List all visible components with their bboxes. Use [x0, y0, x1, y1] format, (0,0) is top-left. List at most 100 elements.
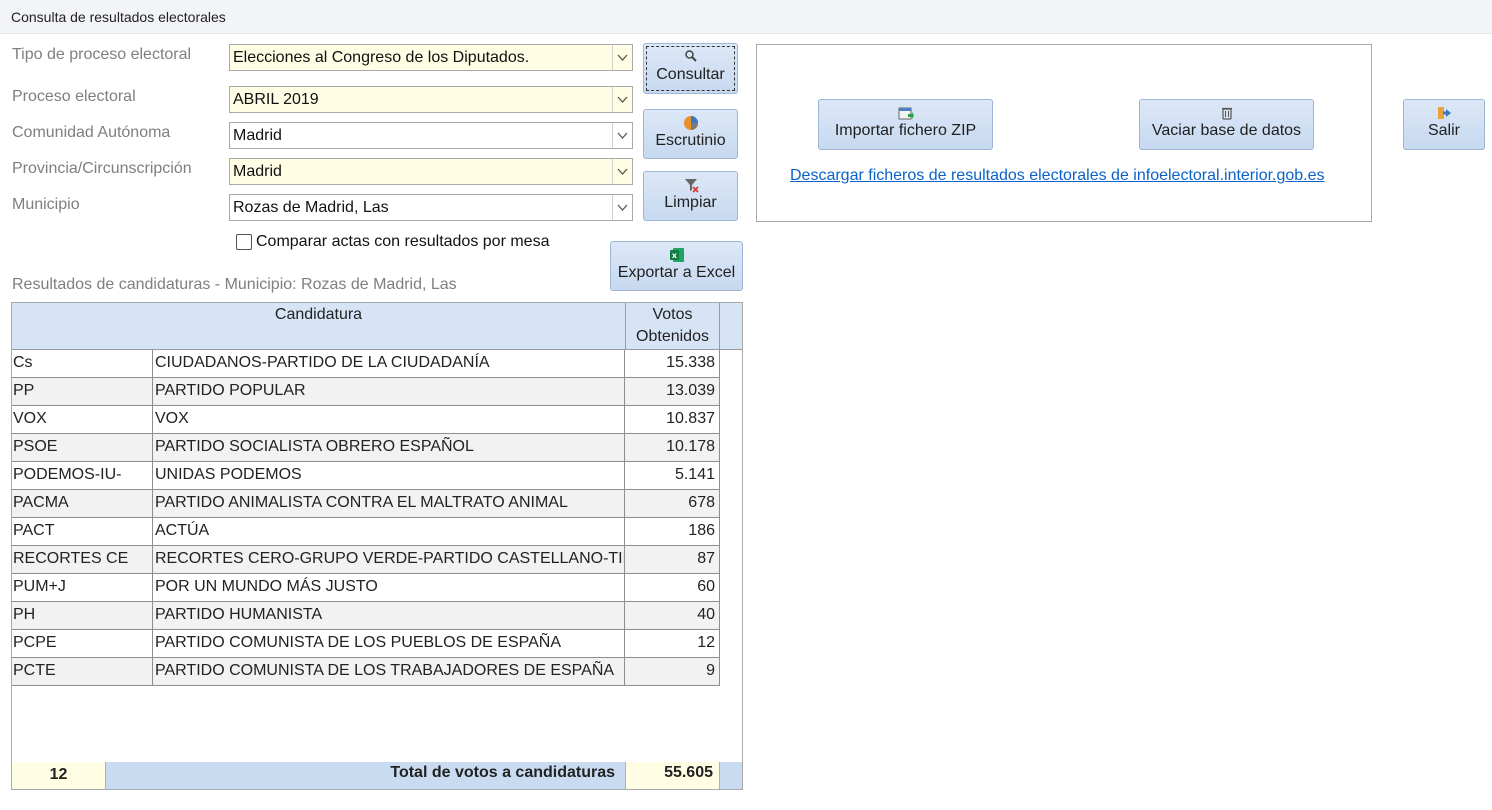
- trash-icon: [1140, 105, 1313, 121]
- download-link[interactable]: Descargar ficheros de resultados elector…: [790, 167, 1325, 185]
- limpiar-button[interactable]: Limpiar: [643, 171, 738, 221]
- importar-label: Importar fichero ZIP: [834, 122, 977, 139]
- cell-nombre: PARTIDO ANIMALISTA CONTRA EL MALTRATO AN…: [153, 490, 625, 518]
- table-footer: 12 Total de votos a candidaturas 55.605: [12, 762, 742, 789]
- cell-sigla: PSOE: [12, 434, 153, 462]
- cell-votos: 10.837: [625, 406, 720, 434]
- table-header: Candidatura Votos Obtenidos: [12, 303, 742, 350]
- table-row[interactable]: PACT ACTÚA 186: [12, 518, 742, 546]
- table-row[interactable]: PH PARTIDO HUMANISTA 40: [12, 602, 742, 630]
- salir-label: Salir: [1427, 122, 1460, 139]
- vaciar-bd-button[interactable]: Vaciar base de datos: [1139, 99, 1314, 150]
- cell-nombre: PARTIDO SOCIALISTA OBRERO ESPAÑOL: [153, 434, 625, 462]
- exportar-excel-button[interactable]: x Exportar a Excel: [610, 241, 743, 291]
- consultar-button[interactable]: Consultar: [643, 43, 738, 94]
- exportar-label: Exportar a Excel: [617, 264, 736, 281]
- svg-text:x: x: [671, 251, 677, 260]
- footer-count: 12: [12, 762, 106, 789]
- escrutinio-button[interactable]: Escrutinio: [643, 109, 738, 159]
- cell-sigla: PH: [12, 602, 153, 630]
- proceso-label: Proceso electoral: [12, 88, 136, 105]
- provincia-select-value: Madrid: [233, 163, 282, 180]
- cell-votos: 9: [625, 658, 720, 686]
- table-row[interactable]: PCTE PARTIDO COMUNISTA DE LOS TRABAJADORE…: [12, 658, 742, 686]
- table-row[interactable]: PUM+J POR UN MUNDO MÁS JUSTO 60: [12, 574, 742, 602]
- clear-filter-icon: [644, 177, 737, 193]
- cell-votos: 40: [625, 602, 720, 630]
- window-title: Consulta de resultados electorales: [0, 0, 1492, 34]
- proceso-select[interactable]: ABRIL 2019: [229, 86, 633, 113]
- cell-nombre: ACTÚA: [153, 518, 625, 546]
- cell-votos: 5.141: [625, 462, 720, 490]
- proceso-select-value: ABRIL 2019: [233, 91, 319, 108]
- table-row[interactable]: VOX VOX 10.837: [12, 406, 742, 434]
- cell-sigla: PODEMOS-IU-: [12, 462, 153, 490]
- comunidad-label: Comunidad Autónoma: [12, 124, 171, 141]
- pie-chart-icon: [644, 115, 737, 131]
- exit-icon: [1404, 105, 1484, 121]
- tipo-select-value: Elecciones al Congreso de los Diputados.: [233, 49, 530, 66]
- importar-zip-button[interactable]: Importar fichero ZIP: [818, 99, 993, 150]
- table-row[interactable]: PACMA PARTIDO ANIMALISTA CONTRA EL MALTRA…: [12, 490, 742, 518]
- municipio-select-value: Rozas de Madrid, Las: [233, 199, 389, 216]
- search-icon: [644, 49, 737, 65]
- cell-nombre: POR UN MUNDO MÁS JUSTO: [153, 574, 625, 602]
- excel-icon: x: [611, 247, 742, 263]
- provincia-select[interactable]: Madrid: [229, 158, 633, 185]
- table-body: Cs CIUDADANOS-PARTIDO DE LA CIUDADANÍA 15.…: [12, 350, 742, 686]
- municipio-label: Municipio: [12, 196, 80, 213]
- cell-nombre: RECORTES CERO-GRUPO VERDE-PARTIDO CASTEL…: [153, 546, 625, 574]
- consultar-label: Consultar: [656, 66, 725, 83]
- cell-sigla: PCTE: [12, 658, 153, 686]
- compare-checkbox[interactable]: [236, 234, 252, 250]
- cell-nombre: UNIDAS PODEMOS: [153, 462, 625, 490]
- tipo-select[interactable]: Elecciones al Congreso de los Diputados.: [229, 44, 633, 71]
- cell-nombre: PARTIDO HUMANISTA: [153, 602, 625, 630]
- comunidad-select-value: Madrid: [233, 127, 282, 144]
- footer-total: 55.605: [625, 762, 720, 789]
- cell-sigla: PACMA: [12, 490, 153, 518]
- table-row[interactable]: PODEMOS-IU- UNIDAS PODEMOS 5.141: [12, 462, 742, 490]
- cell-nombre: PARTIDO COMUNISTA DE LOS TRABAJADORES DE…: [153, 658, 625, 686]
- tipo-label: Tipo de proceso electoral: [12, 46, 192, 63]
- table-row[interactable]: PSOE PARTIDO SOCIALISTA OBRERO ESPAÑOL 10.…: [12, 434, 742, 462]
- table-row[interactable]: Cs CIUDADANOS-PARTIDO DE LA CIUDADANÍA 15.…: [12, 350, 742, 378]
- cell-votos: 60: [625, 574, 720, 602]
- cell-nombre: PARTIDO POPULAR: [153, 378, 625, 406]
- chevron-down-icon[interactable]: [612, 87, 632, 112]
- cell-sigla: PP: [12, 378, 153, 406]
- chevron-down-icon[interactable]: [612, 159, 632, 184]
- chevron-down-icon[interactable]: [612, 195, 632, 220]
- cell-sigla: PUM+J: [12, 574, 153, 602]
- cell-nombre: PARTIDO COMUNISTA DE LOS PUEBLOS DE ESPA…: [153, 630, 625, 658]
- cell-sigla: VOX: [12, 406, 153, 434]
- comunidad-select[interactable]: Madrid: [229, 122, 633, 149]
- chevron-down-icon[interactable]: [612, 123, 632, 148]
- salir-button[interactable]: Salir: [1403, 99, 1485, 150]
- limpiar-label: Limpiar: [664, 194, 717, 211]
- table-row[interactable]: PCPE PARTIDO COMUNISTA DE LOS PUEBLOS DE …: [12, 630, 742, 658]
- cell-sigla: RECORTES CE: [12, 546, 153, 574]
- municipio-select[interactable]: Rozas de Madrid, Las: [229, 194, 633, 221]
- cell-votos: 15.338: [625, 350, 720, 378]
- cell-votos: 12: [625, 630, 720, 658]
- cell-votos: 13.039: [625, 378, 720, 406]
- cell-sigla: PACT: [12, 518, 153, 546]
- cell-votos: 87: [625, 546, 720, 574]
- cell-votos: 186: [625, 518, 720, 546]
- cell-nombre: CIUDADANOS-PARTIDO DE LA CIUDADANÍA: [153, 350, 625, 378]
- escrutinio-label: Escrutinio: [655, 132, 726, 149]
- col-votos-header[interactable]: Votos Obtenidos: [625, 303, 720, 349]
- cell-votos: 678: [625, 490, 720, 518]
- cell-sigla: PCPE: [12, 630, 153, 658]
- table-row[interactable]: PP PARTIDO POPULAR 13.039: [12, 378, 742, 406]
- cell-votos: 10.178: [625, 434, 720, 462]
- col-candidatura-header[interactable]: Candidatura: [12, 303, 625, 349]
- cell-nombre: VOX: [153, 406, 625, 434]
- compare-label[interactable]: Comparar actas con resultados por mesa: [256, 233, 549, 251]
- vaciar-label: Vaciar base de datos: [1151, 122, 1302, 139]
- table-row[interactable]: RECORTES CE RECORTES CERO-GRUPO VERDE-PAR…: [12, 546, 742, 574]
- import-zip-icon: [819, 105, 992, 121]
- chevron-down-icon[interactable]: [612, 45, 632, 70]
- results-table: Candidatura Votos Obtenidos Cs CIUDADANOS…: [11, 302, 743, 790]
